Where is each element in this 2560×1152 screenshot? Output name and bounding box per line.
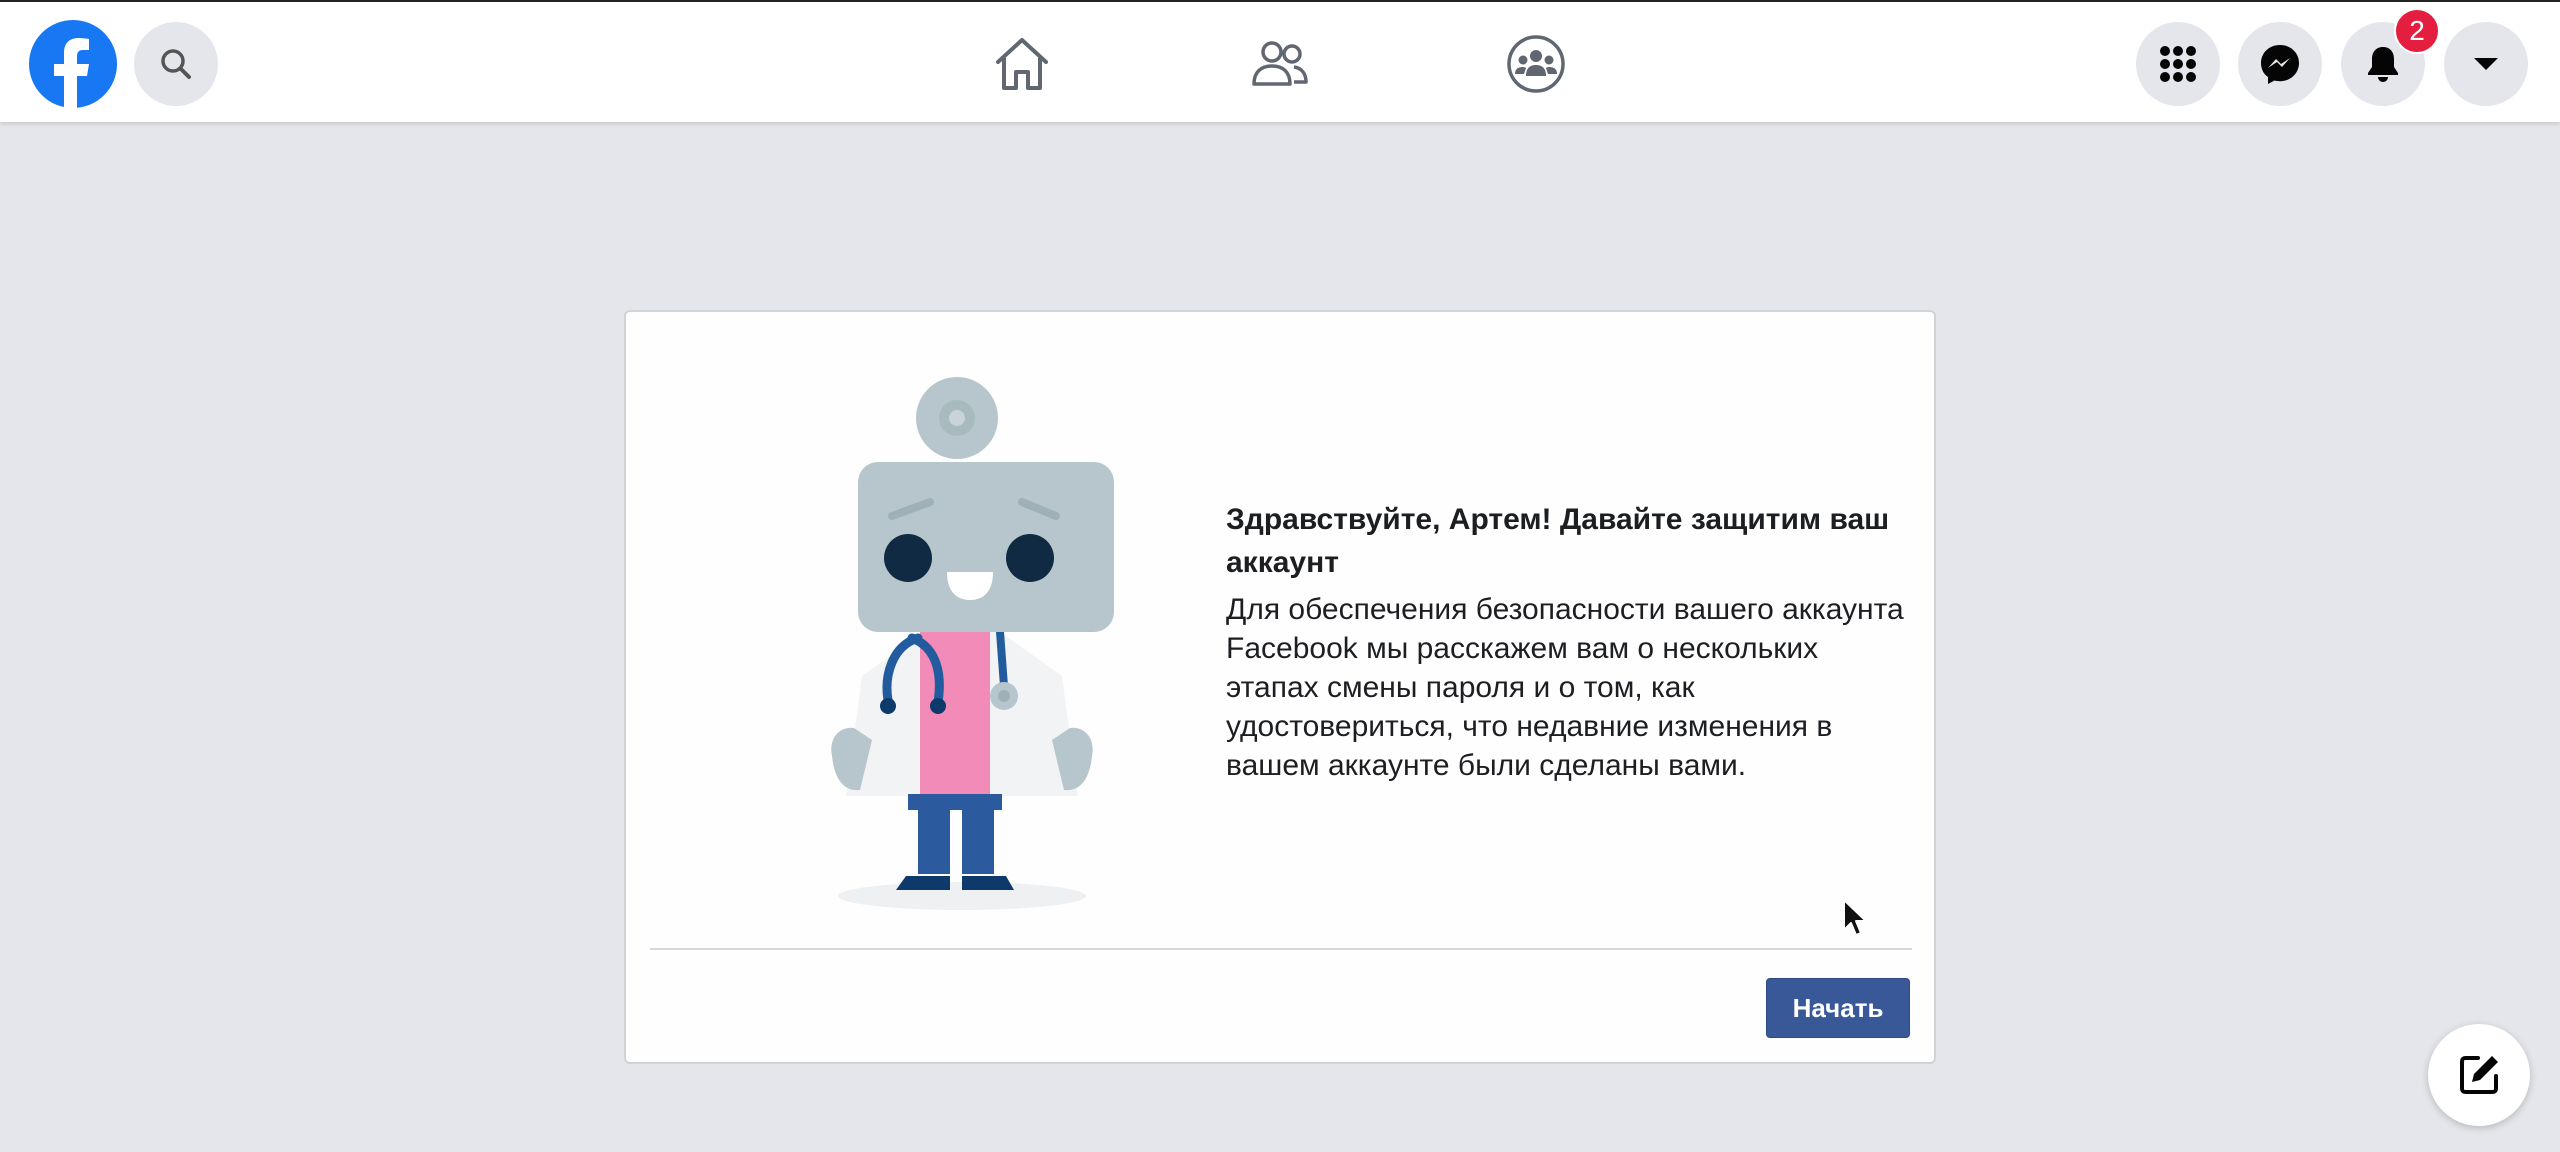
friends-icon[interactable] [1248, 32, 1312, 96]
bell-icon [2368, 47, 2398, 82]
new-message-button[interactable] [2428, 1024, 2530, 1126]
caret-down-icon [2474, 58, 2498, 70]
start-button[interactable]: Начать [1766, 978, 1910, 1038]
robot-doctor-icon [831, 377, 1114, 910]
card-description: Для обеспечения безопасности вашего акка… [1226, 593, 1904, 782]
menu-button[interactable] [2136, 22, 2220, 106]
home-icon[interactable] [990, 32, 1054, 96]
search-icon [161, 49, 191, 79]
security-checkup-card: Здравствуйте, Артем! Давайте защитим ваш… [624, 310, 1936, 1064]
account-menu-button[interactable] [2444, 22, 2528, 106]
compose-icon [2460, 1056, 2498, 1094]
search-button[interactable] [134, 22, 218, 106]
top-navigation-bar: 2 [0, 0, 2560, 122]
card-divider [650, 948, 1912, 950]
notification-badge: 2 [2394, 8, 2440, 54]
groups-icon[interactable] [1504, 32, 1568, 96]
mouse-cursor-icon [1843, 899, 1867, 936]
card-title: Здравствуйте, Артем! Давайте защитим ваш… [1226, 503, 1890, 579]
messenger-icon [2261, 45, 2299, 84]
messenger-button[interactable] [2238, 22, 2322, 106]
grid-menu-icon [2160, 46, 2196, 82]
facebook-logo-icon[interactable] [29, 20, 117, 108]
